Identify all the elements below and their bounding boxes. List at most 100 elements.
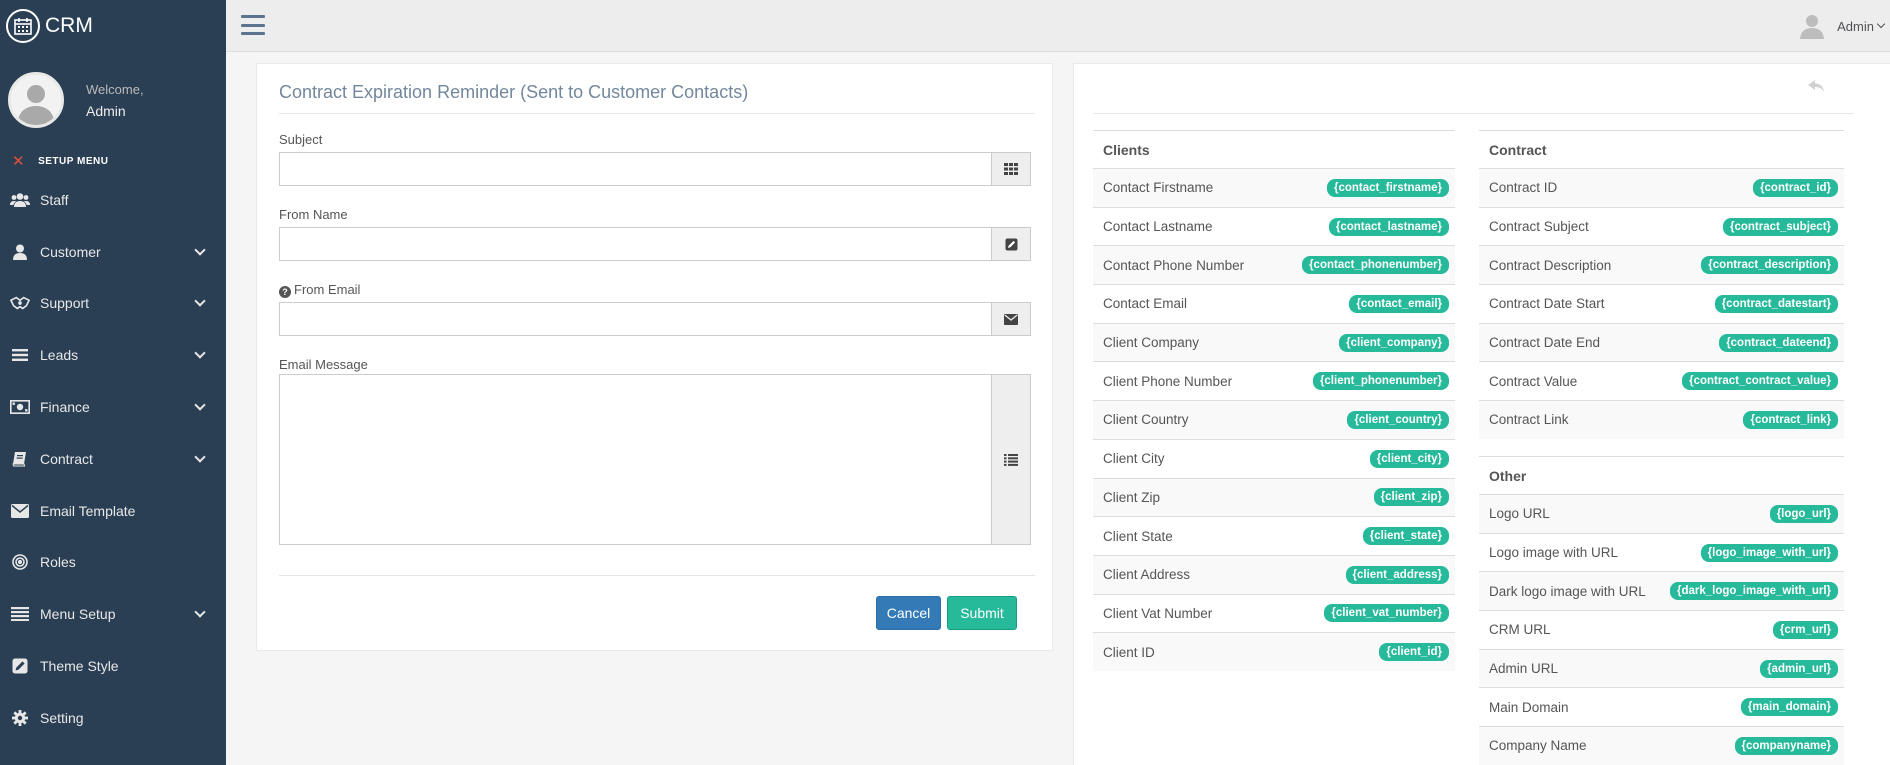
merge-field-tag[interactable]: {client_country} [1347,410,1449,429]
merge-field-label: Client Address [1103,567,1191,583]
merge-field-label: Client ID [1103,644,1155,660]
sidebar-item-roles[interactable]: Roles [0,537,226,589]
chevron-down-icon [194,606,206,618]
merge-field-tag[interactable]: {contract_datestart} [1714,294,1838,313]
envelope-icon[interactable] [991,302,1031,336]
merge-field-row: Contract Date End {contract_dateend} [1479,322,1844,362]
sidebar-item-label: Support [40,295,90,312]
merge-field-tag[interactable]: {contract_description} [1701,256,1838,275]
merge-field-label: Client State [1103,528,1173,544]
merge-field-tag[interactable]: {contact_phonenumber} [1302,256,1449,275]
merge-field-tag[interactable]: {client_id} [1379,643,1449,662]
brand[interactable]: CRM [0,0,226,52]
user-menu[interactable]: Admin [1800,13,1886,39]
avatar [8,72,64,128]
page-title: Contract Expiration Reminder (Sent to Cu… [279,82,749,102]
close-icon: ✕ [12,153,26,170]
sidebar-item-theme-style[interactable]: Theme Style [0,640,226,692]
merge-field-row: Client Zip {client_zip} [1093,477,1455,517]
bars-icon [10,346,30,364]
merge-field-tag[interactable]: {client_company} [1339,333,1449,352]
sidebar-item-email-template[interactable]: Email Template [0,485,226,537]
sidebar-item-customer[interactable]: Customer [0,226,226,278]
from-email-input[interactable] [279,302,991,336]
merge-field-label: Client Company [1103,335,1200,351]
merge-field-tag[interactable]: {companyname} [1734,736,1838,755]
merge-field-tag[interactable]: {client_zip} [1373,488,1449,507]
merge-field-label: Logo URL [1489,506,1550,522]
help-icon[interactable]: ? [279,286,291,298]
users-icon [10,191,30,209]
merge-field-tag[interactable]: {logo_url} [1769,504,1838,523]
merge-field-label: Client City [1103,451,1165,467]
subject-label: Subject [279,132,323,147]
cancel-button[interactable]: Cancel [876,596,941,630]
submit-button[interactable]: Submit [947,596,1017,630]
menu-toggle-icon[interactable] [241,15,265,35]
merge-field-row: Contact Lastname {contact_lastname} [1093,206,1455,246]
merge-field-tag[interactable]: {main_domain} [1740,698,1838,717]
merge-field-tag[interactable]: {client_vat_number} [1324,604,1449,623]
sidebar-item-label: Contract [40,450,93,467]
merge-field-tag[interactable]: {crm_url} [1772,620,1838,639]
merge-field-row: Contact Email {contact_email} [1093,284,1455,323]
reply-icon[interactable] [1808,80,1826,94]
book-icon [10,450,30,468]
merge-field-tag[interactable]: {admin_url} [1760,659,1838,678]
merge-fields-panel: Clients Contact Firstname {contact_firstna… [1073,63,1890,765]
from-name-input[interactable] [279,227,991,261]
merge-field-tag[interactable]: {contract_dateend} [1719,333,1838,352]
grid-icon[interactable] [991,152,1031,186]
chevron-down-icon [194,295,206,308]
merge-field-label: Contract Date Start [1489,296,1605,312]
sidebar-item-contract[interactable]: Contract [0,433,226,485]
setup-menu-toggle[interactable]: ✕ SETUP MENU [0,148,226,174]
merge-field-label: Client Phone Number [1103,373,1233,389]
edit-icon [10,657,30,675]
merge-field-tag[interactable]: {contract_subject} [1723,217,1838,236]
merge-field-tag[interactable]: {contact_email} [1349,294,1449,313]
merge-field-tag[interactable]: {client_city} [1369,449,1449,468]
list-icon[interactable] [991,374,1031,545]
sidebar-item-setting[interactable]: Setting [0,692,226,744]
merge-field-tag[interactable]: {client_state} [1362,527,1449,546]
merge-field-tag[interactable]: {contact_firstname} [1326,178,1449,197]
sidebar-item-finance[interactable]: Finance [0,381,226,433]
edit-icon[interactable] [991,227,1031,261]
sidebar-item-leads[interactable]: Leads [0,329,226,381]
merge-field-tag[interactable]: {dark_logo_image_with_url} [1669,582,1838,601]
brand-name: CRM [45,14,93,37]
chevron-down-icon [194,244,206,256]
merge-field-tag[interactable]: {contract_id} [1753,178,1838,197]
merge-field-tag[interactable]: {client_address} [1345,565,1449,584]
sidebar-item-support[interactable]: Support [0,278,226,330]
merge-field-tag[interactable]: {contract_link} [1743,410,1838,429]
sidebar-item-label: Staff [40,191,69,208]
chevron-down-icon [194,399,206,411]
email-message-textarea[interactable] [279,374,991,545]
merge-field-label: Contact Email [1103,296,1188,312]
from-email-label: From Email [294,282,361,297]
merge-field-tag[interactable]: {client_phonenumber} [1312,372,1449,391]
merge-field-label: Client Vat Number [1103,605,1213,621]
other-merge-fields: Other Logo URL {logo_url} Logo image with U… [1479,456,1844,765]
merge-field-label: Contract Date End [1489,335,1601,351]
gear-icon [10,709,30,727]
merge-field-tag[interactable]: {contract_contract_value} [1682,372,1838,391]
merge-field-label: Contract Description [1489,257,1612,273]
sidebar-item-label: Menu Setup [40,606,116,623]
subject-input[interactable] [279,152,991,186]
merge-field-label: Company Name [1489,738,1587,754]
template-form-panel: Contract Expiration Reminder (Sent to Cu… [256,63,1053,651]
bullseye-icon [10,553,30,571]
envelope-icon [10,502,30,520]
sidebar-item-staff[interactable]: Staff [0,174,226,226]
merge-field-label: Main Domain [1489,699,1569,715]
chevron-down-icon [1876,19,1886,29]
sidebar-item-menu-setup[interactable]: Menu Setup [0,588,226,640]
welcome-text: Welcome, [86,81,144,97]
merge-field-row: Client Country {client_country} [1093,400,1455,439]
merge-field-tag[interactable]: {contact_lastname} [1328,217,1449,236]
merge-field-tag[interactable]: {logo_image_with_url} [1700,543,1838,562]
merge-field-row: Client State {client_state} [1093,516,1455,555]
